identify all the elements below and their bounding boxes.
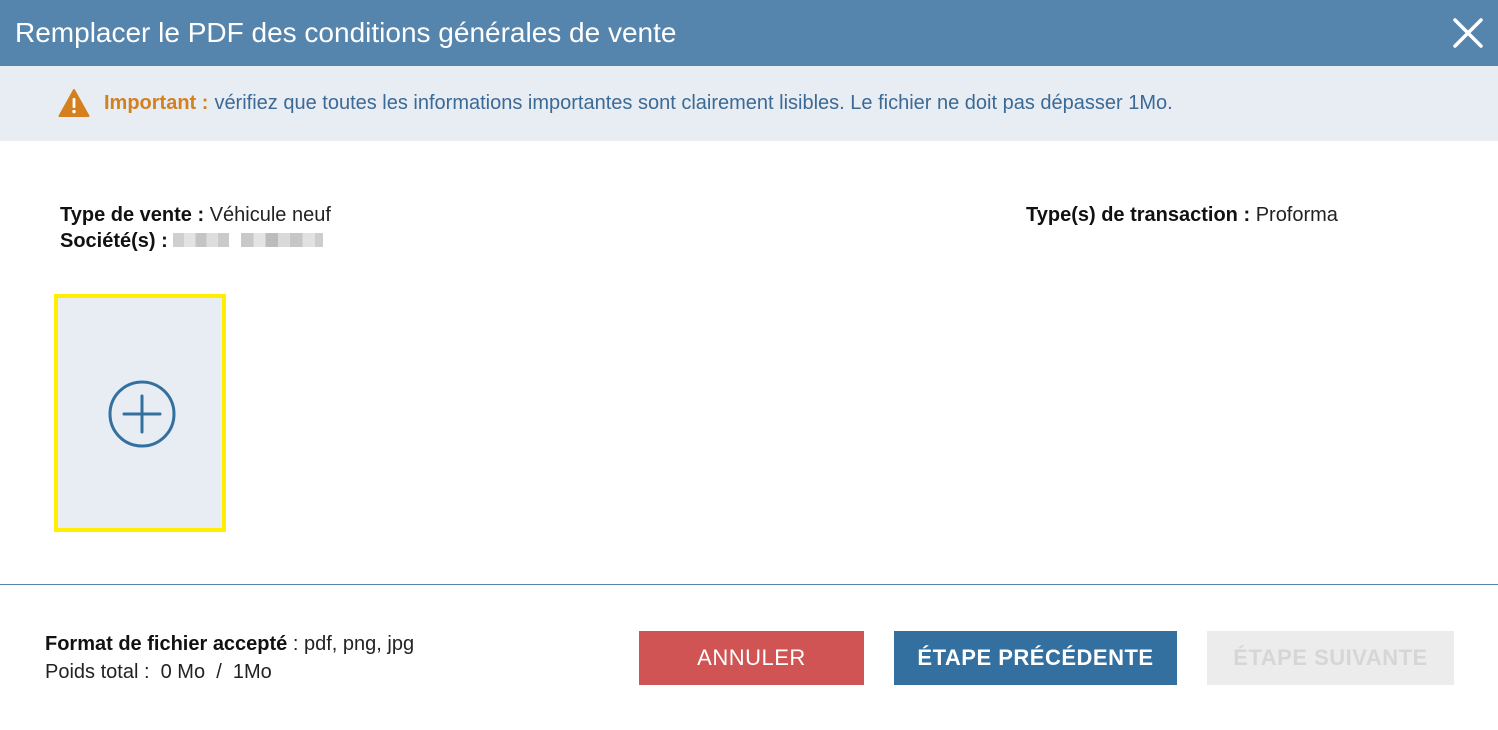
company-name-redacted <box>241 232 324 247</box>
important-alert: Important : vérifiez que toutes les infor… <box>0 66 1498 141</box>
previous-step-button[interactable]: ÉTAPE PRÉCÉDENTE <box>894 631 1177 685</box>
modal-header: Remplacer le PDF des conditions générale… <box>0 0 1498 66</box>
add-file-tile[interactable] <box>54 294 226 532</box>
transaction-label: Type(s) de transaction : <box>1026 204 1251 226</box>
company-name-redacted <box>173 232 230 247</box>
weight-text: Poids total : 0 Mo / 1Mo <box>45 661 272 683</box>
sale-info: Type de vente : Véhicule neuf Société(s)… <box>60 202 335 254</box>
alert-label: Important : <box>104 92 209 114</box>
warning-icon <box>58 88 90 118</box>
modal-title: Remplacer le PDF des conditions générale… <box>15 17 677 48</box>
format-row: Format de fichier accepté : pdf, png, jp… <box>45 630 414 658</box>
close-icon[interactable] <box>1450 15 1486 51</box>
company-label: Société(s) : <box>60 230 168 252</box>
alert-message: vérifiez que toutes les informations imp… <box>214 92 1173 114</box>
replace-pdf-modal: Remplacer le PDF des conditions générale… <box>0 0 1498 730</box>
format-label: Format de fichier accepté <box>45 633 288 655</box>
plus-circle-icon[interactable] <box>108 380 176 448</box>
sale-type-label: Type de vente : <box>60 204 205 226</box>
sale-type-value: Véhicule neuf <box>209 204 331 226</box>
next-step-button[interactable]: ÉTAPE SUIVANTE <box>1207 631 1454 685</box>
footer-divider <box>0 584 1498 585</box>
transaction-info: Type(s) de transaction : Proforma <box>1026 202 1338 228</box>
cancel-button[interactable]: ANNULER <box>639 631 864 685</box>
file-constraints: Format de fichier accepté : pdf, png, jp… <box>45 630 414 686</box>
sale-type-row: Type de vente : Véhicule neuf <box>60 202 335 228</box>
company-row: Société(s) : <box>60 228 335 254</box>
format-value: : pdf, png, jpg <box>287 633 415 655</box>
alert-text: Important : vérifiez que toutes les infor… <box>104 66 1173 141</box>
transaction-value: Proforma <box>1255 204 1338 226</box>
weight-row: Poids total : 0 Mo / 1Mo <box>45 658 414 686</box>
